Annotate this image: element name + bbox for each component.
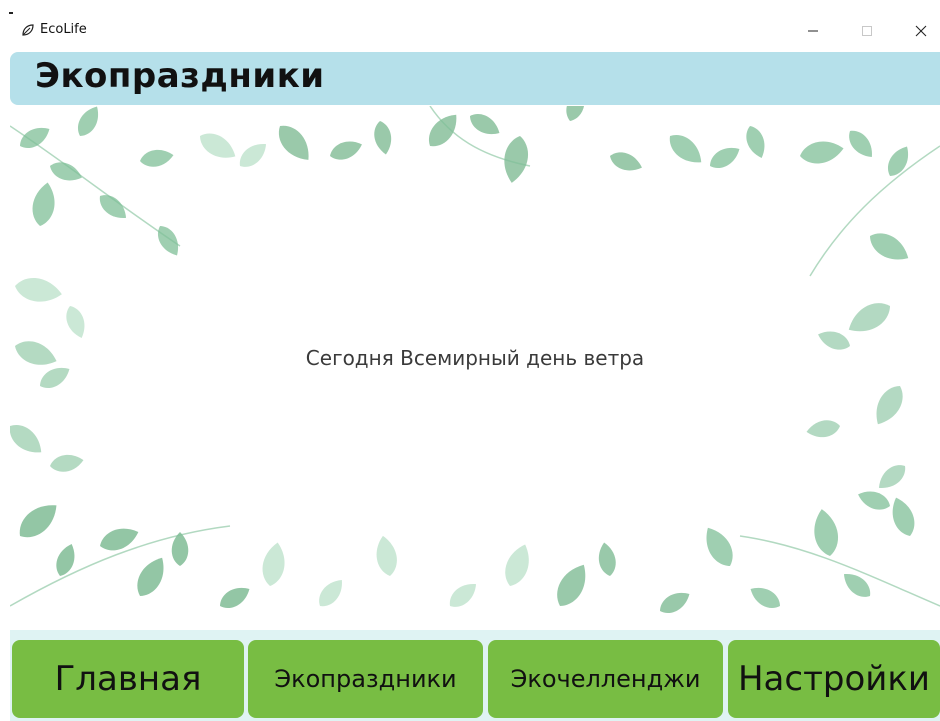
nav-button-settings[interactable]: Настройки — [728, 640, 940, 718]
page-header: Экопраздники — [10, 52, 940, 105]
nav-button-eco-holidays[interactable]: Экопраздники — [248, 640, 483, 718]
maximize-button[interactable] — [844, 14, 890, 48]
minimize-icon — [808, 30, 818, 32]
app-window: EcoLife Экопраздники Сегодня Всемирный д… — [0, 0, 940, 721]
maximize-icon — [862, 26, 872, 36]
bottom-nav: Главная Экопраздники Экочелленджи Настро… — [10, 630, 940, 721]
close-button[interactable] — [898, 14, 940, 48]
nav-button-home[interactable]: Главная — [12, 640, 244, 718]
leaf-icon — [22, 24, 34, 36]
close-icon — [915, 25, 927, 37]
title-bar: EcoLife — [0, 0, 940, 52]
holiday-message: Сегодня Всемирный день ветра — [305, 346, 645, 370]
minimize-button[interactable] — [790, 14, 836, 48]
window-title: EcoLife — [40, 22, 87, 37]
corner-mark — [9, 12, 13, 14]
nav-button-eco-challenges[interactable]: Экочелленджи — [488, 640, 723, 718]
page-title: Экопраздники — [35, 56, 325, 96]
main-content: Сегодня Всемирный день ветра — [10, 106, 940, 630]
